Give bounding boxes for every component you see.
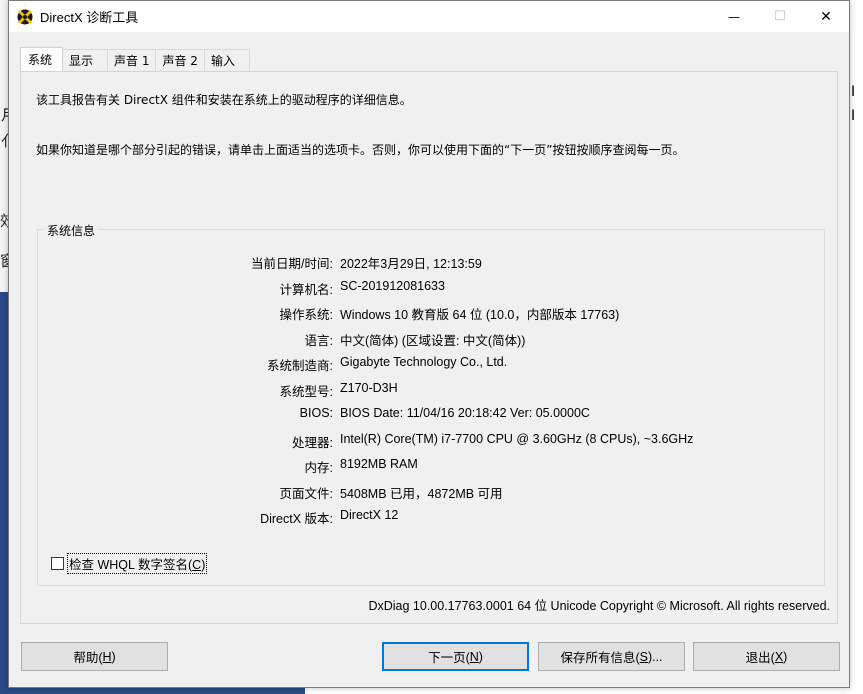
desktop-wallpaper-bottom bbox=[0, 688, 305, 694]
window-title: DirectX 诊断工具 bbox=[40, 10, 139, 25]
info-row-language: 语言: 中文(简体) (区域设置: 中文(简体)) bbox=[38, 330, 824, 348]
info-value: Intel(R) Core(TM) i7-7700 CPU @ 3.60GHz … bbox=[340, 431, 694, 446]
close-button[interactable]: ✕ bbox=[803, 1, 849, 32]
tab-strip: 系统 显示 声音 1 声音 2 输入 bbox=[20, 47, 250, 71]
save-all-info-button[interactable]: 保存所有信息(S)... bbox=[538, 642, 685, 671]
info-value: DirectX 12 bbox=[340, 508, 399, 522]
info-value: 2022年3月29日, 12:13:59 bbox=[340, 257, 482, 271]
info-row-model: 系统型号: Z170-D3H bbox=[38, 381, 824, 399]
maximize-button: ☐ bbox=[757, 1, 803, 32]
info-label: DirectX 版本: bbox=[260, 512, 333, 526]
window-controls: — ☐ ✕ bbox=[711, 1, 849, 32]
info-value: 5408MB 已用，4872MB 可用 bbox=[340, 486, 503, 501]
help-button[interactable]: 帮助(H) bbox=[21, 642, 168, 671]
tab-system[interactable]: 系统 bbox=[20, 47, 64, 71]
info-label: 系统制造商: bbox=[267, 359, 333, 373]
info-label: BIOS: bbox=[299, 406, 333, 420]
info-label: 操作系统: bbox=[279, 308, 333, 322]
info-value: 中文(简体) (区域设置: 中文(简体)) bbox=[340, 333, 526, 348]
info-value: 8192MB RAM bbox=[340, 457, 418, 471]
system-info-group: 系统信息 当前日期/时间: 2022年3月29日, 12:13:59 计算机名:… bbox=[37, 222, 825, 586]
maximize-icon: ☐ bbox=[774, 9, 786, 24]
background-window-right bbox=[849, 35, 863, 694]
info-value: SC-201912081633 bbox=[340, 278, 445, 293]
desktop-wallpaper bbox=[0, 292, 8, 694]
background-text-fragment: I bbox=[851, 108, 856, 124]
background-text-fragment: I bbox=[851, 84, 856, 100]
system-tab-panel: 该工具报告有关 DirectX 组件和安装在系统上的驱动程序的详细信息。 如果你… bbox=[20, 71, 838, 624]
info-row-directx-version: DirectX 版本: DirectX 12 bbox=[38, 508, 824, 526]
version-copyright-text: DxDiag 10.00.17763.0001 64 位 Unicode Cop… bbox=[368, 599, 830, 613]
exit-button[interactable]: 退出(X) bbox=[693, 642, 840, 671]
info-value: Windows 10 教育版 64 位 (10.0，内部版本 17763) bbox=[340, 308, 620, 322]
directx-app-icon bbox=[17, 9, 33, 24]
tab-display[interactable]: 显示 bbox=[62, 49, 109, 71]
info-row-datetime: 当前日期/时间: 2022年3月29日, 12:13:59 bbox=[38, 253, 824, 271]
intro-text: 该工具报告有关 DirectX 组件和安装在系统上的驱动程序的详细信息。 bbox=[36, 93, 412, 107]
info-row-computer-name: 计算机名: SC-201912081633 bbox=[38, 279, 824, 297]
info-row-manufacturer: 系统制造商: Gigabyte Technology Co., Ltd. bbox=[38, 355, 824, 373]
info-row-page-file: 页面文件: 5408MB 已用，4872MB 可用 bbox=[38, 483, 824, 501]
info-label: 系统型号: bbox=[279, 384, 333, 399]
group-title: 系统信息 bbox=[44, 222, 99, 239]
info-row-processor: 处理器: Intel(R) Core(TM) i7-7700 CPU @ 3.6… bbox=[38, 432, 824, 450]
info-row-bios: BIOS: BIOS Date: 11/04/16 20:18:42 Ver: … bbox=[38, 406, 824, 424]
info-row-os: 操作系统: Windows 10 教育版 64 位 (10.0，内部版本 177… bbox=[38, 304, 824, 322]
info-label: 语言: bbox=[304, 333, 333, 348]
tab-sound-2[interactable]: 声音 2 bbox=[155, 49, 205, 71]
title-bar[interactable]: DirectX 诊断工具 — ☐ ✕ bbox=[9, 1, 849, 32]
info-label: 计算机名: bbox=[279, 282, 333, 297]
whql-checkbox-label[interactable]: 检查 WHQL 数字签名(C) bbox=[67, 553, 208, 574]
info-value: Gigabyte Technology Co., Ltd. bbox=[340, 355, 508, 369]
info-value: BIOS Date: 11/04/16 20:18:42 Ver: 05.000… bbox=[340, 406, 590, 420]
intro-instructions: 如果你知道是哪个部分引起的错误，请单击上面适当的选项卡。否则，你可以使用下面的“… bbox=[36, 143, 685, 157]
directx-diagnostic-window: DirectX 诊断工具 — ☐ ✕ 系统 显示 声音 1 声音 2 输入 该工… bbox=[8, 0, 850, 688]
tab-input[interactable]: 输入 bbox=[203, 49, 250, 71]
minimize-icon: — bbox=[728, 9, 740, 24]
info-label: 页面文件: bbox=[279, 486, 333, 501]
info-label: 处理器: bbox=[292, 435, 333, 450]
info-value: Z170-D3H bbox=[340, 380, 398, 395]
info-label: 当前日期/时间: bbox=[251, 257, 333, 271]
whql-checkbox[interactable] bbox=[51, 557, 64, 570]
close-icon: ✕ bbox=[820, 8, 832, 25]
info-label: 内存: bbox=[304, 461, 333, 475]
next-page-button[interactable]: 下一页(N) bbox=[382, 642, 529, 671]
info-row-memory: 内存: 8192MB RAM bbox=[38, 457, 824, 475]
tab-sound-1[interactable]: 声音 1 bbox=[107, 49, 157, 71]
minimize-button[interactable]: — bbox=[711, 1, 757, 32]
whql-checkbox-row[interactable]: 检查 WHQL 数字签名(C) bbox=[51, 553, 208, 574]
